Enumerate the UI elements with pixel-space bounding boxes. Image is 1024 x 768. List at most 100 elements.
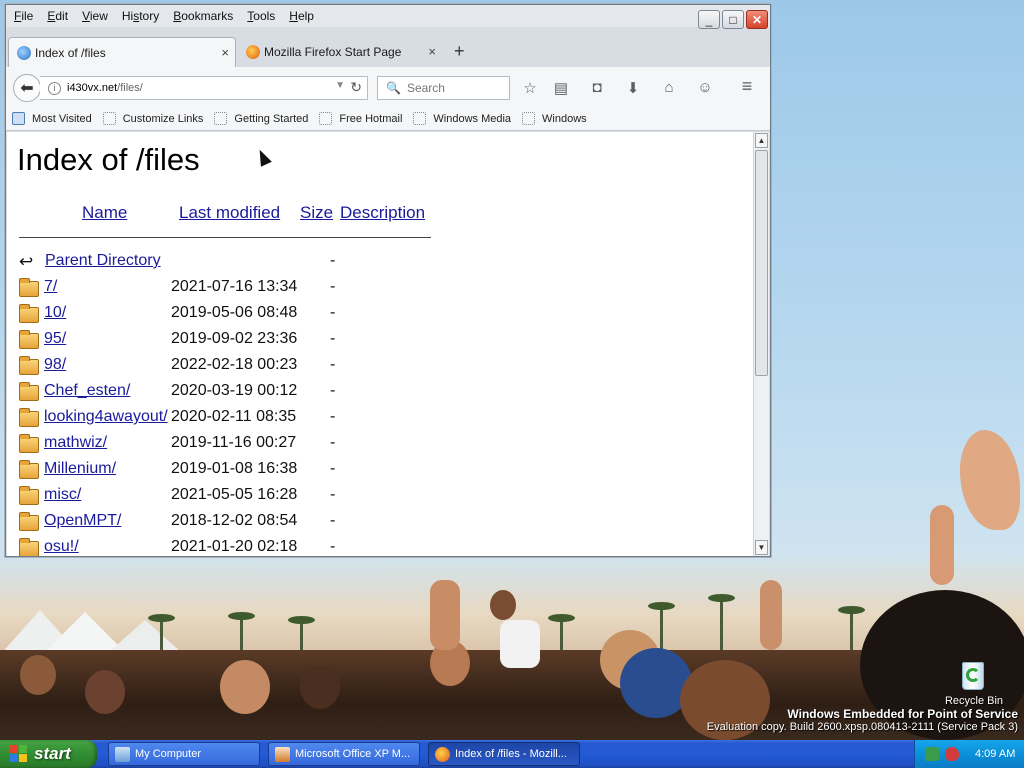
size-cell: - xyxy=(330,330,336,347)
table-row: OpenMPT/2018-12-02 08:54 - xyxy=(19,512,439,534)
folder-link[interactable]: mathwiz/ xyxy=(44,434,107,452)
security-shield-icon[interactable] xyxy=(945,747,959,761)
bookmark-customize-links[interactable]: Customize Links xyxy=(102,112,204,125)
modified-cell: 2020-03-19 00:12 xyxy=(171,382,298,399)
bookmark-free-hotmail[interactable]: Free Hotmail xyxy=(319,112,402,125)
bookmarks-toolbar: Most Visited Customize Links Getting Start… xyxy=(6,107,770,131)
bookmark-windows-media[interactable]: Windows Media xyxy=(413,112,511,125)
size-cell: - xyxy=(330,512,336,529)
folder-link[interactable]: looking4awayout/ xyxy=(44,408,168,426)
column-header-size[interactable]: Size xyxy=(300,203,333,223)
folder-icon xyxy=(19,330,39,349)
folder-link[interactable]: osu!/ xyxy=(44,538,79,556)
wallpaper-person xyxy=(220,660,270,714)
size-cell: - xyxy=(330,460,336,477)
search-placeholder: Search xyxy=(406,81,445,95)
column-header-description[interactable]: Description xyxy=(340,203,425,223)
wallpaper-arm xyxy=(930,505,954,585)
size-cell: - xyxy=(330,304,336,321)
clock[interactable]: 4:09 AM xyxy=(975,748,1015,760)
parent-directory-row: ↩ Parent Directory - xyxy=(19,252,439,274)
folder-icon xyxy=(19,304,39,323)
site-info-icon[interactable]: i xyxy=(48,81,61,95)
tab-close-icon[interactable]: × xyxy=(221,45,229,60)
tab-firefox-start-page[interactable]: Mozilla Firefox Start Page × xyxy=(238,37,442,67)
folder-link[interactable]: 7/ xyxy=(44,278,57,296)
close-window-button[interactable]: ✕ xyxy=(746,10,768,29)
vertical-scrollbar[interactable]: ▲ ▼ xyxy=(753,132,769,556)
star-icon[interactable]: ☆ xyxy=(520,79,540,97)
folder-link[interactable]: misc/ xyxy=(44,486,81,504)
table-row: Millenium/2019-01-08 16:38 - xyxy=(19,460,439,482)
taskbar-item-firefox[interactable]: Index of /files - Mozill... xyxy=(428,742,580,766)
network-icon[interactable] xyxy=(925,747,939,761)
system-tray: 4:09 AM xyxy=(914,740,1024,768)
most-visited-icon xyxy=(12,112,25,125)
menu-view[interactable]: View xyxy=(82,9,108,23)
browser-window: File Edit View History Bookmarks Tools Help _ … xyxy=(5,4,771,557)
taskbar-item-label: My Computer xyxy=(135,748,202,760)
bookmark-page-icon xyxy=(413,112,427,125)
column-header-name[interactable]: Name xyxy=(82,203,127,223)
folder-link[interactable]: OpenMPT/ xyxy=(44,512,121,530)
folder-link[interactable]: 10/ xyxy=(44,304,66,322)
bookmark-label: Customize Links xyxy=(122,112,204,125)
size-cell: - xyxy=(330,408,336,425)
maximize-button[interactable]: □ xyxy=(722,10,744,29)
bookmark-page-icon xyxy=(102,112,116,125)
url-dropdown-icon[interactable]: ▼ xyxy=(335,80,345,91)
pocket-icon[interactable]: ◘ xyxy=(587,79,607,96)
recycle-bin-label[interactable]: Recycle Bin xyxy=(930,695,1018,707)
menu-bookmarks[interactable]: Bookmarks xyxy=(173,9,233,23)
taskbar: start My Computer Microsoft Office XP M.… xyxy=(0,740,1024,768)
firefox-icon xyxy=(246,45,260,59)
wallpaper-palm xyxy=(708,594,735,650)
menu-file[interactable]: File xyxy=(14,9,33,23)
modified-cell: 2019-05-06 08:48 xyxy=(171,304,298,321)
bookmark-windows[interactable]: Windows xyxy=(522,112,587,125)
scrollbar-thumb[interactable] xyxy=(755,150,768,376)
reader-list-icon[interactable]: ▤ xyxy=(551,79,571,97)
folder-link[interactable]: 98/ xyxy=(44,356,66,374)
bookmark-most-visited[interactable]: Most Visited xyxy=(12,112,92,125)
column-header-last-modified[interactable]: Last modified xyxy=(179,203,280,223)
chat-icon[interactable]: ☺ xyxy=(695,79,715,96)
search-input[interactable]: 🔍 Search xyxy=(377,76,510,100)
wallpaper-palm xyxy=(838,606,865,652)
bookmark-getting-started[interactable]: Getting Started xyxy=(214,112,308,125)
new-tab-button[interactable]: + xyxy=(454,41,465,62)
url-path: /files/ xyxy=(117,82,143,94)
modified-cell: 2021-07-16 13:34 xyxy=(171,278,298,295)
minimize-button[interactable]: _ xyxy=(698,10,720,29)
folder-link[interactable]: 95/ xyxy=(44,330,66,348)
taskbar-item-my-computer[interactable]: My Computer xyxy=(108,742,260,766)
back-button[interactable]: ⬅ xyxy=(13,74,41,102)
parent-directory-link[interactable]: Parent Directory xyxy=(45,252,161,270)
modified-cell: 2021-05-05 16:28 xyxy=(171,486,298,503)
scroll-down-icon[interactable]: ▼ xyxy=(755,540,768,555)
modified-cell: 2019-11-16 00:27 xyxy=(171,434,297,451)
tab-close-icon[interactable]: × xyxy=(428,44,436,59)
taskbar-item-office-xp[interactable]: Microsoft Office XP M... xyxy=(268,742,420,766)
folder-icon xyxy=(19,434,39,453)
folder-link[interactable]: Chef_esten/ xyxy=(44,382,130,400)
start-button[interactable]: start xyxy=(0,740,97,768)
folder-link[interactable]: Millenium/ xyxy=(44,460,116,478)
menu-tools[interactable]: Tools xyxy=(247,9,275,23)
header-divider xyxy=(19,237,431,238)
recycle-bin-icon[interactable] xyxy=(958,658,988,692)
menu-history[interactable]: History xyxy=(122,9,159,23)
url-bar[interactable]: i i430vx.net/files/ ▼ ↻ xyxy=(40,76,368,100)
scroll-up-icon[interactable]: ▲ xyxy=(755,133,768,148)
home-icon[interactable]: ⌂ xyxy=(659,79,679,96)
menu-icon[interactable]: ≡ xyxy=(737,76,757,97)
table-row: misc/2021-05-05 16:28 - xyxy=(19,486,439,508)
menu-edit[interactable]: Edit xyxy=(47,9,68,23)
reload-icon[interactable]: ↻ xyxy=(350,79,362,96)
download-icon[interactable]: ⬇ xyxy=(623,79,643,97)
tab-index-of-files[interactable]: Index of /files × xyxy=(8,37,236,67)
size-cell: - xyxy=(330,486,336,503)
menu-help[interactable]: Help xyxy=(289,9,314,23)
wallpaper-hand xyxy=(960,430,1020,530)
folder-icon xyxy=(19,460,39,479)
